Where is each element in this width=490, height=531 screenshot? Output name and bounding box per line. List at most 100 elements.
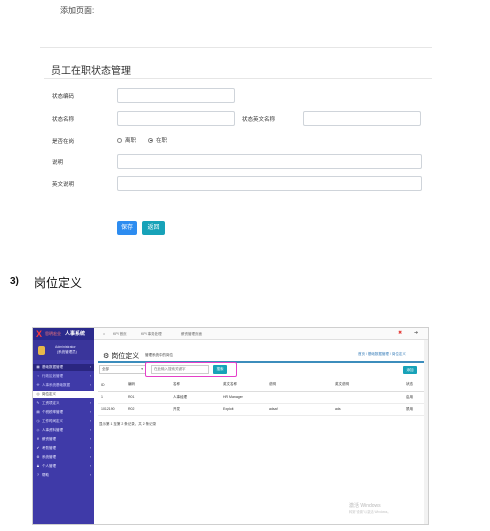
sidebar-item[interactable]: ✔ 考勤管理 ‹ <box>33 445 94 452</box>
section-title: 岗位定义 <box>34 276 83 290</box>
chevron-left-icon: ‹ <box>89 383 91 387</box>
en-description-label: 英文说明 <box>52 182 75 188</box>
sidebar-item[interactable]: ✎ 工资项定义 ‹ <box>33 400 94 407</box>
sidebar-item-label: 工资项定义 <box>42 401 60 405</box>
chevron-left-icon: ‹ <box>89 455 91 459</box>
col-header[interactable]: 说明 <box>266 379 332 392</box>
name-en-label: 状态英文名称 <box>242 117 276 123</box>
sidebar-item-icon: ✎ <box>36 401 40 405</box>
col-header[interactable]: 英文名称 <box>220 379 266 392</box>
windows-watermark: 激活 Windows <box>349 503 381 509</box>
back-button[interactable]: 返回 <box>142 221 165 235</box>
sidebar-item[interactable]: ◷ 工作时间定义 ‹ <box>33 418 94 425</box>
chevron-left-icon: ‹ <box>89 401 91 405</box>
data-table: ID 编码 名称 英文名称 说明 英文说明 状态 1 R01 人事经理 HR M… <box>98 379 425 416</box>
sidebar-item[interactable]: ◎ 岗位定义 <box>33 391 94 398</box>
filter-select[interactable]: 全部 ▾ <box>99 365 146 374</box>
sidebar-item-label: 个人管理 <box>42 464 56 468</box>
chevron-left-icon: ‹ <box>89 410 91 414</box>
radio-resigned-label: 离职 <box>125 138 137 144</box>
app-name: 人事系统 <box>65 330 86 337</box>
col-header[interactable]: 英文说明 <box>332 379 403 392</box>
chevron-left-icon: ‹ <box>89 473 91 477</box>
radio-employed-label: 在职 <box>156 138 168 144</box>
breadcrumb[interactable]: 首页 / 基础数据管理 / 岗位定义 <box>358 352 406 357</box>
sidebar-item-label: 工作时间定义 <box>42 419 63 423</box>
sidebar-item-icon: ◎ <box>36 392 40 396</box>
en-description-input[interactable] <box>117 176 422 191</box>
sidebar-item-icon: ¥ <box>37 437 39 441</box>
sidebar-item-icon: ▦ <box>36 365 40 369</box>
cell-id: 1 <box>98 391 125 404</box>
save-button[interactable]: 保存 <box>117 221 137 235</box>
divider <box>44 78 432 79</box>
topnav-item-1[interactable]: KPI 首页 <box>113 331 127 337</box>
page-title-text: 岗位定义 <box>111 353 140 360</box>
logout-icon[interactable]: ➜ <box>414 330 418 337</box>
cell-code[interactable]: R02 <box>125 403 170 416</box>
cell-name-en: Exploit <box>220 403 266 416</box>
cell-id: 1012190 <box>98 403 125 416</box>
name-input[interactable] <box>117 111 235 126</box>
sidebar-item-label: 帮助 <box>42 473 49 477</box>
chevron-left-icon: ‹ <box>89 446 91 450</box>
sidebar-item-icon: ♟ <box>36 464 40 468</box>
name-en-input[interactable] <box>303 111 421 126</box>
sidebar-item-label: 岗位定义 <box>42 392 56 396</box>
cell-name: 人事经理 <box>170 391 220 404</box>
sidebar-item-icon: ◇ <box>36 428 40 432</box>
col-header[interactable]: 名称 <box>170 379 220 392</box>
col-header[interactable]: ID <box>98 379 125 392</box>
home-icon[interactable]: ⌂ <box>103 331 105 337</box>
sidebar-item[interactable]: ♟ 个人管理 ‹ <box>33 463 94 470</box>
sidebar-item[interactable]: ▤ 个税税率管理 ‹ <box>33 409 94 416</box>
cell-code[interactable]: R01 <box>125 391 170 404</box>
page-title: ⚙ 岗位定义 <box>103 351 139 361</box>
code-input[interactable] <box>117 88 235 103</box>
col-header[interactable]: 状态 <box>403 379 425 392</box>
sidebar-item-icon: ✔ <box>36 446 40 450</box>
chevron-left-icon: ‹ <box>89 428 91 432</box>
add-button[interactable]: 添加 <box>403 366 417 374</box>
scrollbar[interactable] <box>424 340 428 524</box>
sidebar-item[interactable]: ▦ 基础数据管理 ‹ <box>33 364 94 371</box>
table-row[interactable]: 1 R01 人事经理 HR Manager 启用 <box>98 391 425 404</box>
sidebar-item[interactable]: ◇ 人事资料管理 ‹ <box>33 427 94 434</box>
logo-text: 思明宏业 <box>45 331 61 336</box>
topnav-item-2[interactable]: KPI 事务处理 <box>141 331 162 337</box>
sidebar-item-label: 系统管理 <box>42 455 56 459</box>
page-subtitle: 管理系统中的岗位 <box>145 353 173 357</box>
cell-status: 启用 <box>403 391 425 404</box>
col-header[interactable]: 编码 <box>125 379 170 392</box>
radio-employed[interactable] <box>148 137 154 143</box>
topnav-item-3[interactable]: 薪资管理页面 <box>181 331 202 337</box>
cell-name-en: HR Manager <box>220 391 266 404</box>
chevron-left-icon: ‹ <box>89 464 91 468</box>
section-number: 3) <box>10 276 19 287</box>
radio-group: 离职 在职 <box>117 136 167 144</box>
cell-description <box>266 391 332 404</box>
gear-icon: ⚙ <box>103 353 112 360</box>
sidebar-item[interactable]: ¥ 薪资管理 ‹ <box>33 436 94 443</box>
sidebar-item[interactable]: ⚙ 系统管理 ‹ <box>33 454 94 461</box>
logo-mark: X <box>36 329 43 339</box>
sidebar-item-label: 考勤管理 <box>42 446 56 450</box>
user-role: (系统管理员) <box>57 350 77 354</box>
sidebar-item-icon: ✣ <box>36 383 40 387</box>
sidebar-item[interactable]: ? 帮助 ‹ <box>33 472 94 479</box>
avatar <box>38 346 45 355</box>
radio-resigned[interactable] <box>117 137 122 143</box>
description-input[interactable] <box>117 154 422 169</box>
table-row[interactable]: 1012190 R02 开发 Exploit adsaf ads 禁用 <box>98 403 425 416</box>
on-job-label: 是否在岗 <box>52 139 75 145</box>
cell-description: adsaf <box>266 403 332 416</box>
sidebar-item[interactable]: ♀ 行政区划管理 ‹ <box>33 373 94 380</box>
close-icon[interactable]: ✖ <box>398 330 402 337</box>
app-screenshot: X 思明宏业 人事系统 Administrator (系统管理员) ▦ 基础数据管… <box>32 327 429 525</box>
pagination-info: 显示第 1 至第 2 条记录，共 2 条记录 <box>99 422 157 426</box>
sidebar-item-icon: ♀ <box>36 374 40 378</box>
highlight-annotation <box>145 362 237 377</box>
sidebar-item[interactable]: ✣ 人事系统基础数据 ‹ <box>33 382 94 389</box>
name-label: 状态名称 <box>52 117 75 123</box>
cell-name: 开发 <box>170 403 220 416</box>
